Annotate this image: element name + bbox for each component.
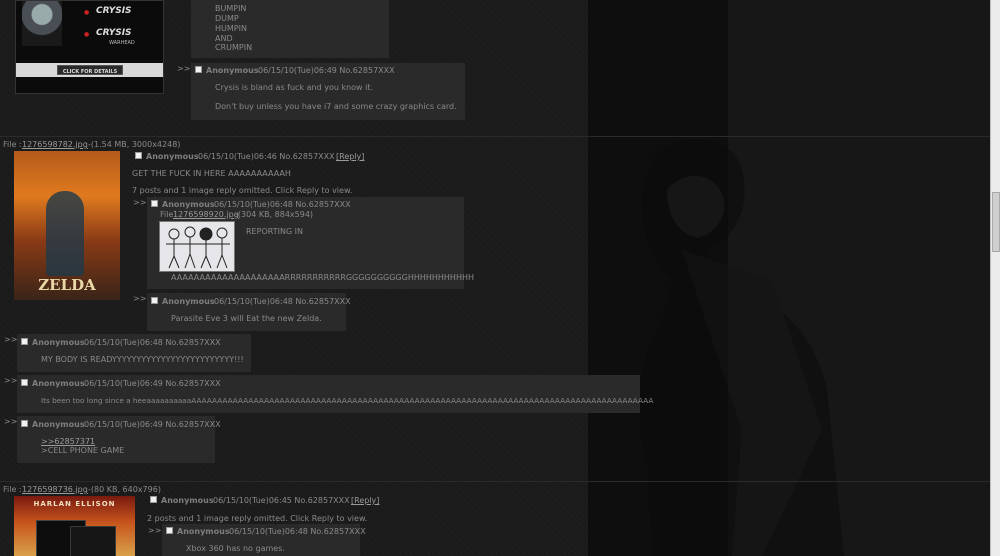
file-label: File : <box>3 485 22 494</box>
reply-arrows: >> <box>4 335 18 344</box>
crysis-ad-image[interactable]: ● CRYSIS ● CRYSIS WARHEAD CLICK FOR DETA… <box>15 0 164 94</box>
post-select-checkbox[interactable] <box>166 527 173 534</box>
post-body-line-2: Don't buy unless you have i7 and some cr… <box>215 102 457 111</box>
vertical-scrollbar[interactable] <box>990 0 1000 556</box>
post-meta: 06/15/10(Tue)06:48 No.62857XXX <box>84 338 221 347</box>
thumbnail-title: HARLAN ELLISON <box>33 500 116 508</box>
reply-link[interactable]: [Reply] <box>336 152 364 162</box>
post-body-line-1: Crysis is bland as fuck and you know it. <box>215 83 374 92</box>
post-body: Its been too long since a heeaaaaaaaaaaA… <box>41 396 654 405</box>
post-select-checkbox[interactable] <box>150 496 157 503</box>
post-select-checkbox[interactable] <box>21 338 28 345</box>
file-label: File <box>160 210 174 219</box>
reply-arrows: >> <box>4 376 18 385</box>
poster-name: Anonymous <box>32 420 85 429</box>
reply-arrows: >> <box>148 526 162 535</box>
poster-name: Anonymous <box>32 379 85 388</box>
post-meta: 06/15/10(Tue)06:49 No.62857XXX <box>258 66 395 75</box>
file-info: -(1.54 MB, 3000x4248) <box>88 140 181 149</box>
thread-divider <box>0 481 990 482</box>
reply-arrows: >> <box>4 417 18 426</box>
zelda-thumbnail[interactable]: ZELDA <box>14 151 120 300</box>
reply-arrows: >> <box>133 294 147 303</box>
post-bumpin-line-5: CRUMPIN <box>215 43 253 52</box>
post-select-checkbox[interactable] <box>135 152 142 159</box>
poster-name: Anonymous <box>161 496 214 505</box>
post-body: Parasite Eve 3 will Eat the new Zelda. <box>171 314 322 323</box>
file-label: File : <box>3 140 22 149</box>
file-info: -(304 KB, 884x594) <box>235 210 314 219</box>
post-meta: 06/15/10(Tue)06:48 No.62857XXX <box>214 200 351 209</box>
post-body: Xbox 360 has no games. <box>186 544 285 553</box>
post-body-line-1: REPORTING IN <box>246 227 304 236</box>
omitted-notice: 7 posts and 1 image reply omitted. Click… <box>132 186 353 195</box>
stick-figures-drawing <box>166 226 230 269</box>
post-meta: 06/15/10(Tue)06:46 No.62857XXX <box>198 152 335 161</box>
poster-name: Anonymous <box>177 527 230 536</box>
soldier-figure <box>22 1 62 46</box>
click-for-details-button[interactable]: CLICK FOR DETAILS <box>57 65 123 75</box>
post-select-checkbox[interactable] <box>151 297 158 304</box>
crysis-badge-icon-2: ● <box>84 31 90 38</box>
reply-link[interactable]: [Reply] <box>351 496 379 506</box>
post-select-checkbox[interactable] <box>195 66 202 73</box>
crysis-brand-2: CRYSIS <box>96 28 132 38</box>
post-meta: 06/15/10(Tue)06:48 No.62857XXX <box>229 527 366 536</box>
thread-divider <box>0 136 990 137</box>
poster-name: Anonymous <box>206 66 259 75</box>
crysis-brand-2-sub: WARHEAD <box>109 40 135 46</box>
post-select-checkbox[interactable] <box>151 200 158 207</box>
post-body-line-2: AAAAAAAAAAAAAAAAAAAARRRRRRRRRRRGGGGGGGGG… <box>171 273 474 282</box>
crysis-badge-icon: ● <box>84 9 90 16</box>
file-link[interactable]: 1276598782.jpg <box>22 140 88 150</box>
op-body: GET THE FUCK IN HERE AAAAAAAAAAH <box>132 169 291 178</box>
harlan-ellison-thumbnail[interactable]: HARLAN ELLISON <box>14 496 135 556</box>
file-info: -(80 KB, 640x796) <box>88 485 161 494</box>
post-meta: 06/15/10(Tue)06:45 No.62857XXX <box>213 496 350 505</box>
post-bumpin-line-2: DUMP <box>215 14 239 23</box>
post-bumpin-line-1: BUMPIN <box>215 4 247 13</box>
poster-name: Anonymous <box>162 200 215 209</box>
poster-name: Anonymous <box>146 152 199 161</box>
file-link[interactable]: 1276598736.jpg <box>22 485 88 495</box>
post-meta: 06/15/10(Tue)06:49 No.62857XXX <box>84 420 221 429</box>
crysis-brand-1: CRYSIS <box>96 6 132 16</box>
reply-arrows: >> <box>133 198 147 207</box>
poster-name: Anonymous <box>162 297 215 306</box>
file-link[interactable]: 1276598920.jpg <box>173 210 239 220</box>
link-figure <box>46 191 84 276</box>
post-select-checkbox[interactable] <box>21 379 28 386</box>
background-silhouette-figure <box>638 138 844 556</box>
poster-name: Anonymous <box>32 338 85 347</box>
post-bumpin-line-3: HUMPIN <box>215 24 247 33</box>
post-meta: 06/15/10(Tue)06:49 No.62857XXX <box>84 379 221 388</box>
greentext-line: >CELL PHONE GAME <box>41 446 125 455</box>
omitted-notice: 2 posts and 1 image reply omitted. Click… <box>147 514 368 523</box>
stick-figures-thumbnail[interactable] <box>159 221 235 272</box>
zelda-logo: ZELDA <box>38 276 96 294</box>
scrollbar-thumb[interactable] <box>992 192 1000 252</box>
console-shape-2 <box>70 526 116 556</box>
post-meta: 06/15/10(Tue)06:48 No.62857XXX <box>214 297 351 306</box>
reply-arrows: >> <box>177 64 191 73</box>
post-body: MY BODY IS READYYYYYYYYYYYYYYYYYYYYYYYYY… <box>41 355 244 364</box>
post-select-checkbox[interactable] <box>21 420 28 427</box>
